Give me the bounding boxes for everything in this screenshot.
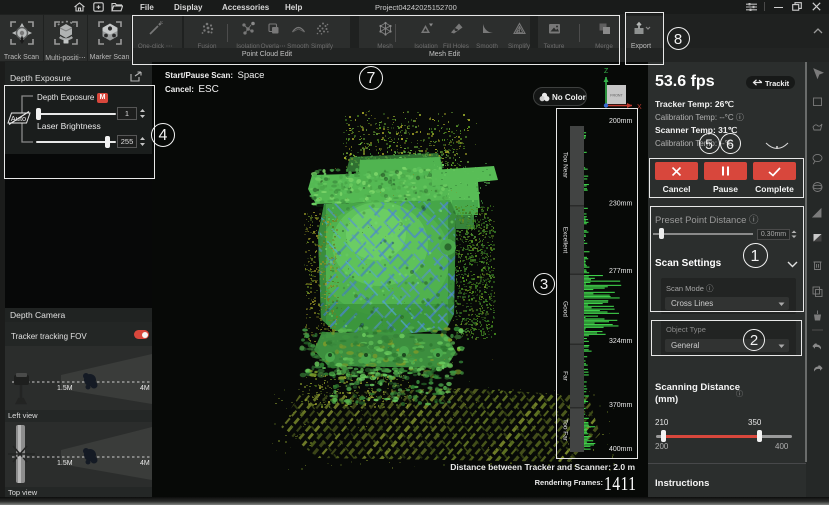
svg-text:Z: Z xyxy=(604,68,609,75)
svg-text:1.5M: 1.5M xyxy=(57,385,73,392)
svg-text:FRONT: FRONT xyxy=(610,94,623,98)
svg-text:4M: 4M xyxy=(140,460,150,467)
svg-text:4M: 4M xyxy=(140,385,150,392)
svg-text:1.5M: 1.5M xyxy=(57,460,73,467)
